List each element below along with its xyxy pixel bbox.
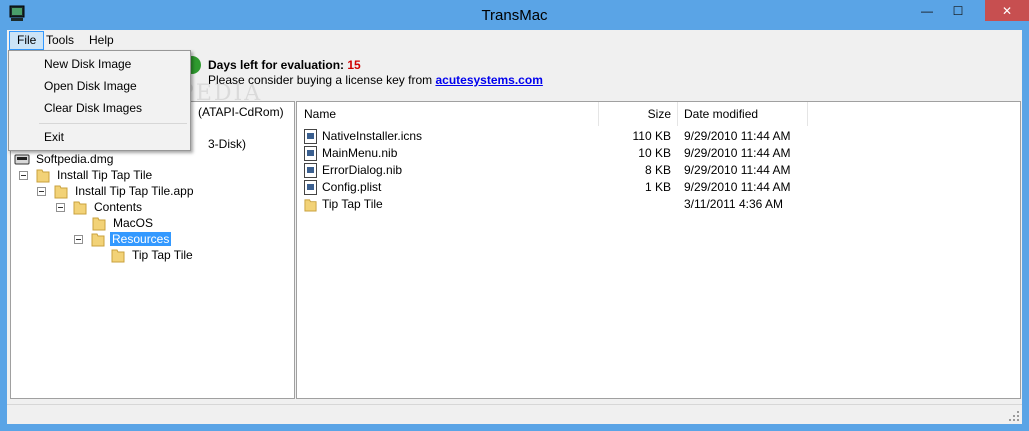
collapse-icon[interactable] — [74, 234, 83, 244]
close-button[interactable]: ✕ — [985, 0, 1029, 21]
close-icon: ✕ — [1001, 3, 1013, 18]
table-row[interactable]: Config.plist 1 KB 9/29/2010 11:44 AM — [297, 179, 1020, 196]
minimize-icon: — — [921, 3, 933, 18]
column-header-size[interactable]: Size — [599, 102, 678, 126]
tree-label: 3-Disk) — [208, 137, 246, 151]
tree-label: Install Tip Tap Tile — [57, 168, 153, 182]
folder-icon — [73, 201, 87, 215]
tree-node-cdrom[interactable]: (ATAPI-CdRom) — [196, 104, 286, 120]
file-size: 8 KB — [644, 163, 671, 177]
tree-node-softpedia-dmg[interactable]: Softpedia.dmg — [14, 151, 115, 167]
file-name-cell: ErrorDialog.nib — [304, 162, 402, 179]
tree-node-install-app[interactable]: Install Tip Tap Tile.app — [37, 183, 196, 199]
file-date: 9/29/2010 11:44 AM — [684, 163, 791, 177]
acutesystems-link[interactable]: acutesystems.com — [435, 73, 542, 87]
tree-label: (ATAPI-CdRom) — [198, 105, 284, 119]
table-row[interactable]: NativeInstaller.icns 110 KB 9/29/2010 11… — [297, 128, 1020, 145]
tree-node-macos[interactable]: MacOS — [92, 215, 155, 231]
file-size: 110 KB — [632, 129, 671, 143]
menu-tools[interactable]: Tools — [39, 31, 81, 50]
file-date: 9/29/2010 11:44 AM — [684, 180, 791, 194]
menu-bar: File Tools Help — [7, 30, 1022, 50]
folder-icon — [304, 199, 317, 212]
table-row[interactable]: MainMenu.nib 10 KB 9/29/2010 11:44 AM — [297, 145, 1020, 162]
file-name-cell: Tip Tap Tile — [304, 196, 383, 213]
tree-node-tip-tap-tile[interactable]: Tip Tap Tile — [111, 247, 195, 263]
tree-node-contents[interactable]: Contents — [56, 199, 144, 215]
table-row[interactable]: Tip Tap Tile 3/11/2011 4:36 AM — [297, 196, 1020, 213]
file-name: NativeInstaller.icns — [322, 129, 423, 143]
file-name: ErrorDialog.nib — [322, 163, 403, 177]
menu-item-open-disk-image[interactable]: Open Disk Image — [10, 75, 189, 97]
tree-label: Contents — [94, 200, 143, 214]
tree-label: Tip Tap Tile — [132, 248, 193, 262]
file-menu-dropdown: New Disk Image Open Disk Image Clear Dis… — [8, 50, 191, 151]
tree-label: Softpedia.dmg — [36, 152, 114, 166]
evaluation-notice: Days left for evaluation: 15 — [208, 58, 361, 72]
resize-grip-icon[interactable] — [1008, 410, 1020, 422]
file-list[interactable]: Name Size Date modified NativeInstaller.… — [296, 101, 1021, 399]
file-size: 1 KB — [644, 180, 671, 194]
file-date: 9/29/2010 11:44 AM — [684, 129, 791, 143]
file-name: Config.plist — [322, 180, 382, 194]
tree-node-install-tip-tap-tile[interactable]: Install Tip Tap Tile — [19, 167, 154, 183]
menu-help[interactable]: Help — [82, 31, 121, 50]
file-icon — [304, 163, 317, 178]
folder-icon — [54, 185, 68, 199]
menu-item-exit[interactable]: Exit — [10, 126, 189, 148]
menu-item-clear-disk-images[interactable]: Clear Disk Images — [10, 97, 189, 119]
file-name: Tip Tap Tile — [322, 197, 383, 211]
tree-label: MacOS — [113, 216, 154, 230]
file-size: 10 KB — [638, 146, 671, 160]
menu-item-new-disk-image[interactable]: New Disk Image — [10, 53, 189, 75]
title-bar[interactable]: TransMac — ☐ ✕ — [0, 0, 1029, 30]
tree-node-disk[interactable]: 3-Disk) — [206, 136, 248, 152]
file-icon — [304, 129, 317, 144]
file-size — [599, 196, 671, 213]
folder-icon — [36, 169, 50, 183]
file-date: 3/11/2011 4:36 AM — [684, 197, 783, 211]
collapse-icon[interactable] — [19, 170, 28, 180]
folder-icon — [111, 249, 125, 263]
minimize-button[interactable]: — — [914, 0, 940, 21]
file-date: 9/29/2010 11:44 AM — [684, 146, 791, 160]
disk-icon — [14, 154, 30, 164]
file-name: MainMenu.nib — [322, 146, 398, 160]
maximize-icon: ☐ — [952, 3, 964, 18]
menu-separator — [39, 123, 187, 124]
table-row[interactable]: ErrorDialog.nib 8 KB 9/29/2010 11:44 AM — [297, 162, 1020, 179]
status-bar — [7, 404, 1022, 424]
window-title: TransMac — [481, 7, 548, 24]
collapse-icon[interactable] — [37, 186, 46, 196]
file-name-cell: MainMenu.nib — [304, 145, 397, 162]
app-window: TransMac — ☐ ✕ File Tools Help Days left… — [0, 0, 1029, 431]
column-header-blank — [808, 102, 1020, 126]
column-header-name[interactable]: Name — [297, 102, 599, 126]
folder-icon — [92, 217, 106, 231]
tree-label: Install Tip Tap Tile.app — [75, 184, 194, 198]
file-icon — [304, 180, 317, 195]
maximize-button[interactable]: ☐ — [945, 0, 971, 21]
file-name-cell: Config.plist — [304, 179, 381, 196]
folder-icon — [91, 233, 105, 247]
tree-node-resources[interactable]: Resources — [74, 231, 172, 247]
eval-label: Days left for evaluation: — [208, 58, 345, 72]
tree-label-selected: Resources — [110, 232, 172, 246]
file-icon — [304, 146, 317, 161]
column-header-date[interactable]: Date modified — [678, 102, 808, 126]
collapse-icon[interactable] — [56, 202, 65, 212]
file-name-cell: NativeInstaller.icns — [304, 128, 422, 145]
eval-days: 15 — [347, 58, 361, 72]
